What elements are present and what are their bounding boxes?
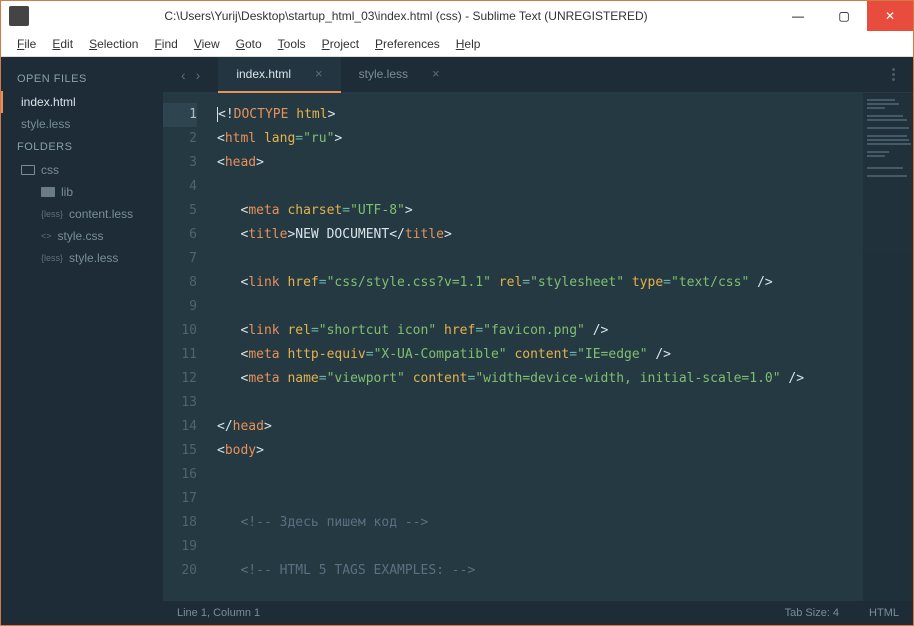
- code-line[interactable]: [217, 535, 913, 559]
- code-line[interactable]: [217, 295, 913, 319]
- tab-close-icon[interactable]: ×: [315, 66, 323, 81]
- folder-root[interactable]: css: [1, 159, 163, 181]
- open-file-item[interactable]: index.html: [1, 91, 163, 113]
- code-line[interactable]: <title>NEW DOCUMENT</title>: [217, 223, 913, 247]
- code-line[interactable]: [217, 487, 913, 511]
- window-controls: — ▢ ✕: [775, 1, 913, 31]
- code-line[interactable]: [217, 247, 913, 271]
- line-number[interactable]: 19: [163, 535, 197, 559]
- code-line[interactable]: <!-- Здесь пишем код -->: [217, 511, 913, 535]
- line-number[interactable]: 20: [163, 559, 197, 583]
- code-line[interactable]: <meta charset="UTF-8">: [217, 199, 913, 223]
- menu-project[interactable]: Project: [314, 34, 367, 54]
- file-item[interactable]: <> style.css: [1, 225, 163, 247]
- statusbar: Line 1, Column 1 Tab Size: 4 HTML: [163, 601, 913, 625]
- line-number[interactable]: 8: [163, 271, 197, 295]
- tab[interactable]: index.html ×: [218, 57, 340, 93]
- close-button[interactable]: ✕: [867, 1, 913, 31]
- menu-find[interactable]: Find: [146, 34, 185, 54]
- line-number[interactable]: 17: [163, 487, 197, 511]
- sidebar: OPEN FILES index.htmlstyle.less FOLDERS …: [1, 57, 163, 625]
- syntax-language[interactable]: HTML: [869, 607, 899, 619]
- tab-label: style.less: [359, 67, 408, 81]
- line-number[interactable]: 7: [163, 247, 197, 271]
- line-number[interactable]: 18: [163, 511, 197, 535]
- tab-label: index.html: [236, 67, 291, 81]
- code-line[interactable]: [217, 463, 913, 487]
- gutter: 1234567891011121314151617181920: [163, 93, 209, 601]
- code-line[interactable]: <!DOCTYPE html>: [217, 103, 913, 127]
- code-line[interactable]: [217, 175, 913, 199]
- menu-selection[interactable]: Selection: [81, 34, 146, 54]
- app-icon: [9, 6, 29, 26]
- line-number[interactable]: 2: [163, 127, 197, 151]
- menu-tools[interactable]: Tools: [270, 34, 314, 54]
- menu-view[interactable]: View: [186, 34, 228, 54]
- tab-nav: ‹ ›: [163, 67, 218, 83]
- line-number[interactable]: 3: [163, 151, 197, 175]
- file-item[interactable]: {less} content.less: [1, 203, 163, 225]
- line-number[interactable]: 14: [163, 415, 197, 439]
- editor-area: ‹ › index.html×style.less× 1234567891011…: [163, 57, 913, 625]
- line-number[interactable]: 13: [163, 391, 197, 415]
- folder-label: css: [41, 163, 59, 177]
- folder-item[interactable]: lib: [1, 181, 163, 203]
- folders-heading: FOLDERS: [1, 135, 163, 159]
- code-line[interactable]: <head>: [217, 151, 913, 175]
- line-number[interactable]: 4: [163, 175, 197, 199]
- window-title: C:\Users\Yurij\Desktop\startup_html_03\i…: [37, 9, 775, 23]
- line-number[interactable]: 12: [163, 367, 197, 391]
- code-line[interactable]: </head>: [217, 415, 913, 439]
- menu-goto[interactable]: Goto: [228, 34, 270, 54]
- editor[interactable]: 1234567891011121314151617181920 <!DOCTYP…: [163, 93, 913, 601]
- open-files-heading: OPEN FILES: [1, 67, 163, 91]
- tab-menu-icon[interactable]: [874, 68, 913, 81]
- line-number[interactable]: 6: [163, 223, 197, 247]
- menu-edit[interactable]: Edit: [44, 34, 81, 54]
- maximize-button[interactable]: ▢: [821, 1, 867, 31]
- code-content[interactable]: <!DOCTYPE html> <html lang="ru"> <head> …: [209, 93, 913, 601]
- code-line[interactable]: <body>: [217, 439, 913, 463]
- line-number[interactable]: 15: [163, 439, 197, 463]
- line-number[interactable]: 16: [163, 463, 197, 487]
- line-number[interactable]: 10: [163, 319, 197, 343]
- main-area: OPEN FILES index.htmlstyle.less FOLDERS …: [1, 57, 913, 625]
- code-line[interactable]: <html lang="ru">: [217, 127, 913, 151]
- menu-file[interactable]: File: [9, 34, 44, 54]
- menu-help[interactable]: Help: [448, 34, 489, 54]
- line-number[interactable]: 11: [163, 343, 197, 367]
- code-line[interactable]: <link href="css/style.css?v=1.1" rel="st…: [217, 271, 913, 295]
- menubar: FileEditSelectionFindViewGotoToolsProjec…: [1, 31, 913, 57]
- folder-icon: [21, 165, 35, 175]
- code-line[interactable]: [217, 391, 913, 415]
- code-line[interactable]: <meta name="viewport" content="width=dev…: [217, 367, 913, 391]
- tab-size[interactable]: Tab Size: 4: [785, 607, 839, 619]
- file-item[interactable]: {less} style.less: [1, 247, 163, 269]
- titlebar[interactable]: C:\Users\Yurij\Desktop\startup_html_03\i…: [1, 1, 913, 31]
- cursor-position[interactable]: Line 1, Column 1: [177, 607, 260, 619]
- tabbar: ‹ › index.html × style.less ×: [163, 57, 913, 93]
- minimap[interactable]: [863, 93, 913, 601]
- tab-close-icon[interactable]: ×: [432, 66, 440, 81]
- nav-back-icon[interactable]: ‹: [181, 67, 186, 83]
- menu-preferences[interactable]: Preferences: [367, 34, 448, 54]
- folder-icon: [41, 187, 55, 197]
- app-window: C:\Users\Yurij\Desktop\startup_html_03\i…: [0, 0, 914, 626]
- line-number[interactable]: 9: [163, 295, 197, 319]
- code-line[interactable]: <link rel="shortcut icon" href="favicon.…: [217, 319, 913, 343]
- code-line[interactable]: <meta http-equiv="X-UA-Compatible" conte…: [217, 343, 913, 367]
- line-number[interactable]: 5: [163, 199, 197, 223]
- minimize-button[interactable]: —: [775, 1, 821, 31]
- line-number[interactable]: 1: [163, 103, 197, 127]
- code-line[interactable]: <!-- HTML 5 TAGS EXAMPLES: -->: [217, 559, 913, 583]
- tab[interactable]: style.less ×: [341, 57, 458, 93]
- open-file-item[interactable]: style.less: [1, 113, 163, 135]
- nav-forward-icon[interactable]: ›: [196, 67, 201, 83]
